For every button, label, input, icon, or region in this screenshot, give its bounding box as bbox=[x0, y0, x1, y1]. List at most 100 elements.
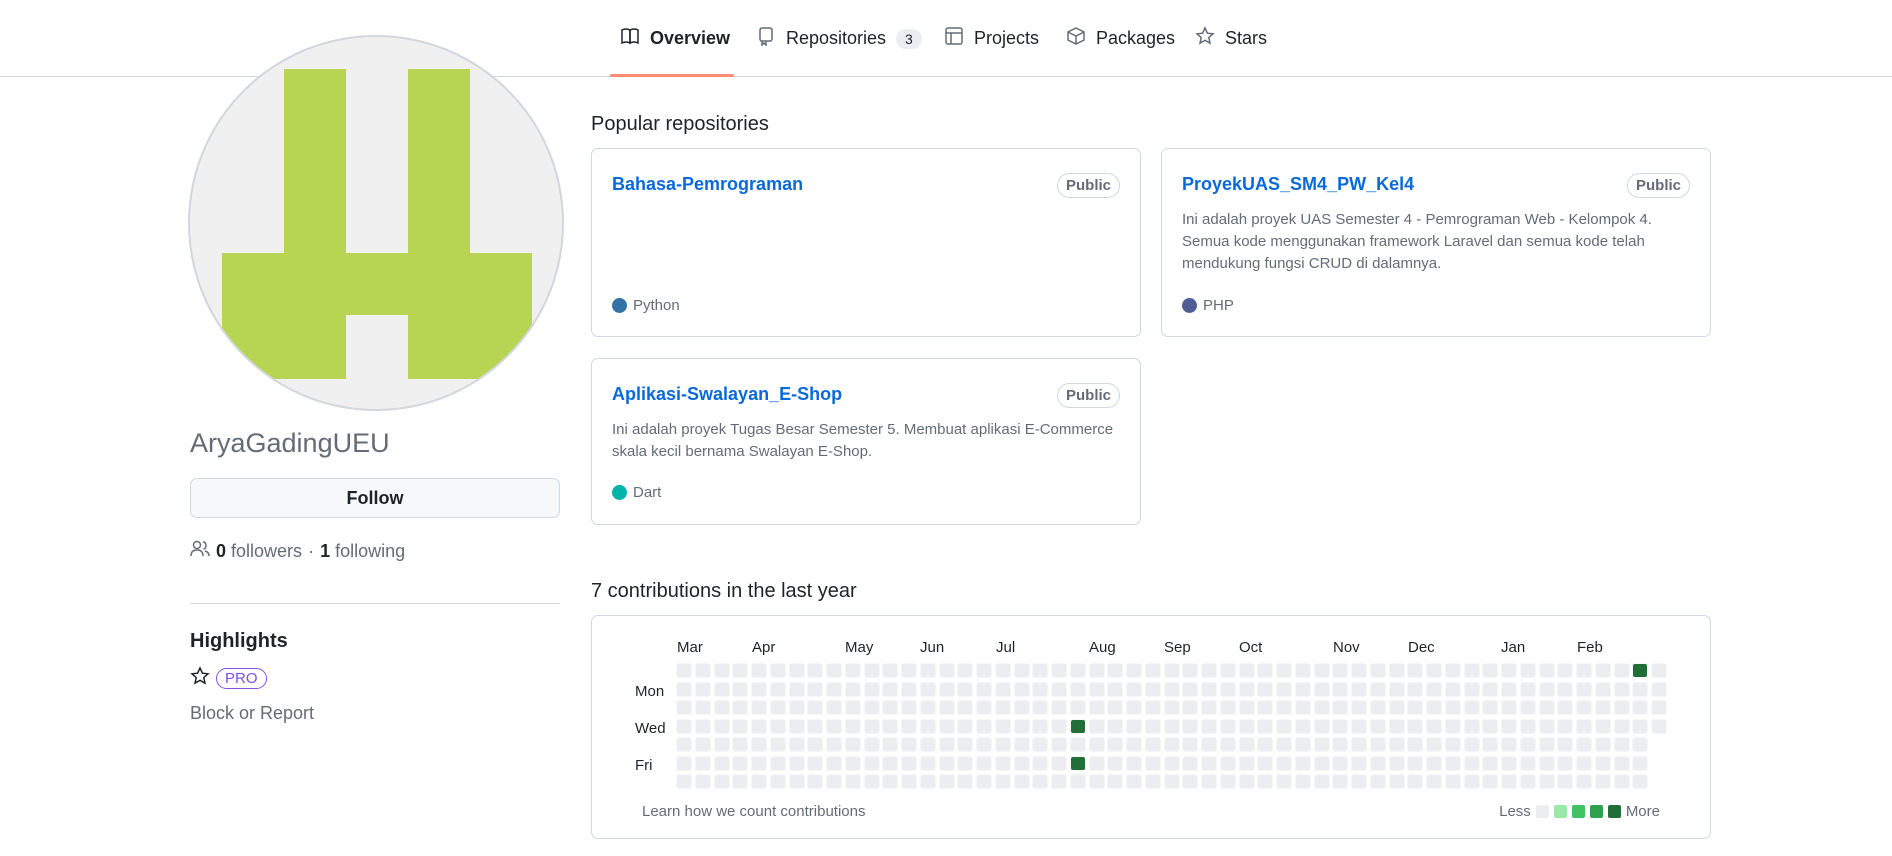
contribution-day-cell[interactable] bbox=[882, 718, 899, 734]
contribution-day-cell[interactable] bbox=[957, 718, 974, 734]
contribution-day-cell[interactable] bbox=[751, 681, 767, 697]
contribution-day-cell[interactable] bbox=[1613, 700, 1630, 715]
contribution-day-cell[interactable] bbox=[1144, 737, 1161, 752]
contribution-day-cell[interactable] bbox=[1463, 663, 1480, 678]
contribution-day-cell[interactable] bbox=[882, 755, 899, 771]
contribution-day-cell[interactable] bbox=[1594, 663, 1611, 678]
contribution-day-cell[interactable] bbox=[1144, 681, 1161, 697]
contribution-day-cell[interactable] bbox=[1594, 737, 1611, 752]
contribution-day-cell[interactable] bbox=[713, 774, 730, 789]
contribution-day-cell[interactable] bbox=[1088, 774, 1105, 789]
contribution-day-cell[interactable] bbox=[1426, 718, 1442, 734]
contribution-day-cell[interactable] bbox=[1163, 718, 1180, 734]
contribution-day-cell[interactable] bbox=[1519, 755, 1536, 771]
contribution-day-cell[interactable] bbox=[1632, 663, 1649, 678]
contribution-day-cell[interactable] bbox=[1388, 774, 1405, 789]
contribution-day-cell[interactable] bbox=[694, 700, 711, 715]
contribution-day-cell[interactable] bbox=[694, 755, 711, 771]
contribution-day-cell[interactable] bbox=[751, 663, 767, 678]
contribution-day-cell[interactable] bbox=[1538, 700, 1555, 715]
contribution-day-cell[interactable] bbox=[1126, 681, 1142, 697]
contribution-day-cell[interactable] bbox=[751, 755, 767, 771]
contribution-day-cell[interactable] bbox=[732, 700, 749, 715]
contribution-day-cell[interactable] bbox=[713, 681, 730, 697]
contribution-day-cell[interactable] bbox=[769, 718, 786, 734]
contribution-day-cell[interactable] bbox=[1351, 663, 1367, 678]
contribution-day-cell[interactable] bbox=[1388, 700, 1405, 715]
contribution-day-cell[interactable] bbox=[1594, 681, 1611, 697]
contribution-day-cell[interactable] bbox=[1519, 718, 1536, 734]
contribution-day-cell[interactable] bbox=[994, 700, 1011, 715]
contribution-day-cell[interactable] bbox=[1313, 663, 1330, 678]
contribution-day-cell[interactable] bbox=[1144, 718, 1161, 734]
contribution-day-cell[interactable] bbox=[1107, 755, 1124, 771]
contribution-day-cell[interactable] bbox=[1613, 755, 1630, 771]
contribution-day-cell[interactable] bbox=[1219, 663, 1236, 678]
contribution-day-cell[interactable] bbox=[976, 718, 992, 734]
contribution-day-cell[interactable] bbox=[1407, 774, 1424, 789]
contribution-day-cell[interactable] bbox=[1444, 718, 1461, 734]
contribution-day-cell[interactable] bbox=[1088, 718, 1105, 734]
contribution-day-cell[interactable] bbox=[994, 737, 1011, 752]
contribution-day-cell[interactable] bbox=[1576, 681, 1592, 697]
contribution-day-cell[interactable] bbox=[807, 663, 824, 678]
contribution-day-cell[interactable] bbox=[713, 718, 730, 734]
contribution-day-cell[interactable] bbox=[1126, 737, 1142, 752]
contribution-day-cell[interactable] bbox=[1463, 681, 1480, 697]
contribution-day-cell[interactable] bbox=[788, 718, 805, 734]
contribution-day-cell[interactable] bbox=[1407, 681, 1424, 697]
contribution-day-cell[interactable] bbox=[1594, 774, 1611, 789]
contribution-day-cell[interactable] bbox=[1163, 681, 1180, 697]
contribution-day-cell[interactable] bbox=[1651, 663, 1667, 678]
contribution-day-cell[interactable] bbox=[1032, 774, 1049, 789]
contribution-day-cell[interactable] bbox=[863, 663, 880, 678]
contribution-day-cell[interactable] bbox=[788, 700, 805, 715]
contribution-day-cell[interactable] bbox=[1313, 774, 1330, 789]
contribution-day-cell[interactable] bbox=[1276, 718, 1292, 734]
contribution-day-cell[interactable] bbox=[1594, 700, 1611, 715]
contribution-day-cell[interactable] bbox=[676, 755, 692, 771]
contribution-day-cell[interactable] bbox=[976, 663, 992, 678]
contribution-day-cell[interactable] bbox=[1501, 663, 1517, 678]
block-report-link[interactable]: Block or Report bbox=[190, 703, 314, 724]
contribution-day-cell[interactable] bbox=[1407, 718, 1424, 734]
contribution-day-cell[interactable] bbox=[1313, 700, 1330, 715]
contribution-day-cell[interactable] bbox=[1632, 700, 1649, 715]
contribution-day-cell[interactable] bbox=[1051, 737, 1067, 752]
contribution-day-cell[interactable] bbox=[1182, 681, 1199, 697]
contribution-day-cell[interactable] bbox=[844, 774, 861, 789]
contribution-day-cell[interactable] bbox=[826, 718, 842, 734]
contribution-day-cell[interactable] bbox=[1613, 737, 1630, 752]
contribution-day-cell[interactable] bbox=[957, 774, 974, 789]
contribution-day-cell[interactable] bbox=[1126, 700, 1142, 715]
contribution-day-cell[interactable] bbox=[844, 663, 861, 678]
contribution-day-cell[interactable] bbox=[1238, 718, 1255, 734]
contribution-day-cell[interactable] bbox=[1313, 681, 1330, 697]
contribution-day-cell[interactable] bbox=[1032, 737, 1049, 752]
contribution-day-cell[interactable] bbox=[1088, 737, 1105, 752]
contribution-day-cell[interactable] bbox=[1257, 737, 1274, 752]
contribution-day-cell[interactable] bbox=[1351, 774, 1367, 789]
contribution-day-cell[interactable] bbox=[1388, 663, 1405, 678]
contribution-day-cell[interactable] bbox=[1519, 774, 1536, 789]
contribution-day-cell[interactable] bbox=[1594, 718, 1611, 734]
contribution-day-cell[interactable] bbox=[1051, 700, 1067, 715]
contribution-day-cell[interactable] bbox=[1201, 700, 1217, 715]
contribution-day-cell[interactable] bbox=[976, 700, 992, 715]
contribution-day-cell[interactable] bbox=[1332, 718, 1349, 734]
contribution-day-cell[interactable] bbox=[994, 663, 1011, 678]
contribution-day-cell[interactable] bbox=[1294, 700, 1311, 715]
tab-stars[interactable]: Stars bbox=[1195, 0, 1267, 77]
contribution-day-cell[interactable] bbox=[1369, 737, 1386, 752]
contribution-day-cell[interactable] bbox=[1238, 737, 1255, 752]
contribution-day-cell[interactable] bbox=[1407, 663, 1424, 678]
contribution-day-cell[interactable] bbox=[713, 755, 730, 771]
contribution-day-cell[interactable] bbox=[1407, 700, 1424, 715]
contribution-day-cell[interactable] bbox=[1351, 700, 1367, 715]
contribution-day-cell[interactable] bbox=[1032, 718, 1049, 734]
contribution-day-cell[interactable] bbox=[1519, 663, 1536, 678]
contribution-day-cell[interactable] bbox=[769, 681, 786, 697]
contribution-day-cell[interactable] bbox=[1257, 774, 1274, 789]
contribution-day-cell[interactable] bbox=[807, 718, 824, 734]
contribution-day-cell[interactable] bbox=[1463, 774, 1480, 789]
